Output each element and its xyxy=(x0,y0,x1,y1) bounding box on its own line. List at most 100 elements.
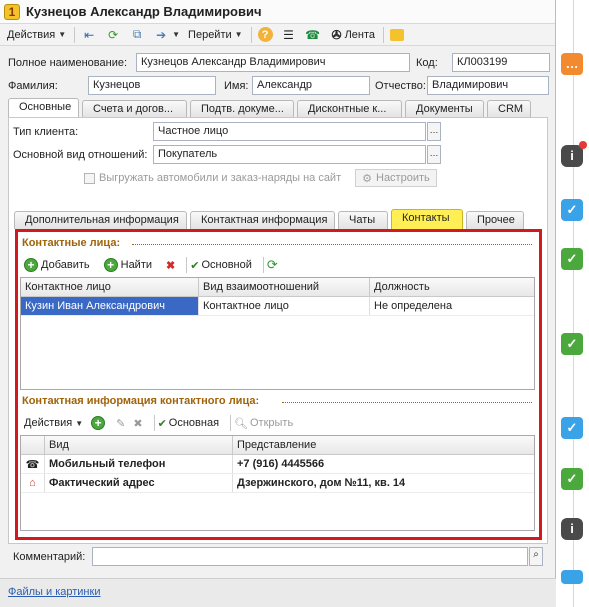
set-main-contact-label: Основной xyxy=(201,259,252,271)
code-field[interactable]: КЛ003199 xyxy=(452,53,550,72)
column-header[interactable]: Вид xyxy=(45,436,233,454)
files-and-pictures-link[interactable]: Файлы и картинки xyxy=(8,586,100,598)
toolbar-separator xyxy=(383,26,385,43)
tab-crm[interactable]: CRM xyxy=(487,100,531,118)
column-header[interactable]: Контактное лицо xyxy=(21,278,199,296)
task-check-icon[interactable]: ✓ xyxy=(561,199,583,221)
window-title: Кузнецов Александр Владимирович xyxy=(26,4,262,19)
tab-chats[interactable]: Чаты xyxy=(338,211,388,229)
find-contact-button[interactable]: + Найти xyxy=(103,258,152,272)
delete-contact-button[interactable]: ✖ xyxy=(166,259,175,272)
set-main-contact-button[interactable]: ✔ Основной xyxy=(190,259,252,272)
contacts-table: Контактное лицо Вид взаимоотношений Долж… xyxy=(20,277,535,390)
clipboard-check-icon[interactable]: ✓ xyxy=(561,248,583,270)
contact-info-group-line xyxy=(282,402,532,403)
list-icon: ☰ xyxy=(283,27,294,42)
client-type-select-button[interactable]: … xyxy=(427,122,441,141)
task-check-icon[interactable] xyxy=(561,570,583,584)
notes-button[interactable] xyxy=(387,26,407,44)
lastname-field[interactable]: Кузнецов xyxy=(88,76,216,95)
tab-discount-cards[interactable]: Дисконтные к... xyxy=(297,100,402,118)
table-row[interactable]: ☎ Мобильный телефон +7 (916) 4445566 xyxy=(21,455,534,474)
column-header[interactable]: Представление xyxy=(233,436,534,454)
contacts-toolbar: + Добавить + Найти ✖ ✔ Основной ⟳ xyxy=(24,257,286,273)
tab-confirming-docs[interactable]: Подтв. докуме... xyxy=(190,100,294,118)
delete-contact-info-button[interactable]: ✖ xyxy=(133,417,142,430)
refresh-icon: ⟳ xyxy=(108,27,119,42)
column-header[interactable]: Должность xyxy=(370,278,534,296)
configure-button[interactable]: ⚙ Настроить xyxy=(355,169,437,187)
chat-icon[interactable]: … xyxy=(561,53,583,75)
tab-contact-info[interactable]: Контактная информация xyxy=(190,211,335,229)
client-type-field[interactable]: Частное лицо xyxy=(153,122,426,141)
list-button[interactable]: ☰ xyxy=(278,26,300,44)
chevron-down-icon: ▼ xyxy=(75,418,84,428)
info-value-cell[interactable]: Дзержинского, дом №11, кв. 14 xyxy=(233,474,534,492)
enter-on-basis-button[interactable]: ➔ ▼ xyxy=(150,26,183,44)
side-timeline-line xyxy=(573,0,574,607)
comment-field[interactable] xyxy=(92,547,528,566)
save-close-button[interactable]: ⇤ xyxy=(78,26,100,44)
info-icon[interactable]: i xyxy=(561,518,583,540)
column-header[interactable]: Вид взаимоотношений xyxy=(199,278,370,296)
toolbar-separator xyxy=(74,26,76,43)
tab-documents[interactable]: Документы xyxy=(405,100,484,118)
feed-button[interactable]: ✇ Лента xyxy=(326,26,378,44)
pencil-icon: ✎ xyxy=(116,417,126,430)
sub-tabs: Дополнительная информация Контактная инф… xyxy=(14,209,527,229)
info-kind-cell[interactable]: Фактический адрес xyxy=(45,474,233,492)
lastname-label: Фамилия: xyxy=(8,79,58,92)
edit-contact-info-button[interactable]: ✎ xyxy=(116,417,125,430)
help-button[interactable]: ? xyxy=(255,26,276,44)
contact-info-actions-button[interactable]: Действия ▼ xyxy=(24,417,83,429)
gear-icon: ⚙ xyxy=(362,172,372,185)
table-row[interactable]: ⌂ Фактический адрес Дзержинского, дом №1… xyxy=(21,474,534,493)
check-main-icon: ✔ xyxy=(190,259,200,272)
info-value-cell[interactable]: +7 (916) 4445566 xyxy=(233,455,534,473)
toolbar: Действия ▼ ⇤ ⟳ ⧉ ➔ ▼ Перейти ▼ ? ☰ ☎ ✇ Л… xyxy=(0,24,555,46)
task-check-icon[interactable]: ✓ xyxy=(561,417,583,439)
chevron-down-icon: ▼ xyxy=(58,30,67,39)
delete-icon: ✖ xyxy=(133,417,143,430)
refresh-button[interactable]: ⟳ xyxy=(102,26,124,44)
tab-basic[interactable]: Основные xyxy=(8,98,79,118)
table-row[interactable]: Кузин Иван Александрович Контактное лицо… xyxy=(21,297,534,316)
comment-label: Комментарий: xyxy=(13,550,86,563)
tab-accounts[interactable]: Счета и догов... xyxy=(82,100,187,118)
upload-checkbox[interactable] xyxy=(84,172,95,184)
chevron-down-icon: ▼ xyxy=(234,30,243,39)
title-bar: 1 Кузнецов Александр Владимирович xyxy=(0,0,555,24)
relation-select-button[interactable]: … xyxy=(427,145,441,164)
info-kind-cell[interactable]: Мобильный телефон xyxy=(45,455,233,473)
toolbar-separator xyxy=(250,26,252,43)
contact-info-actions-label: Действия xyxy=(24,417,73,429)
plus-icon: + xyxy=(103,258,118,272)
tab-additional-info[interactable]: Дополнительная информация xyxy=(14,211,187,229)
copy-button[interactable]: ⧉ xyxy=(126,26,148,44)
full-name-field[interactable]: Кузнецов Александр Владимирович xyxy=(136,53,410,72)
feed-label: Лента xyxy=(344,28,376,41)
firstname-field[interactable]: Александр xyxy=(252,76,370,95)
actions-menu-button[interactable]: Действия ▼ xyxy=(4,26,69,44)
magnifier-icon: 🔍︎ xyxy=(234,417,248,430)
patronymic-field[interactable]: Владимирович xyxy=(427,76,549,95)
refresh-contacts-button[interactable]: ⟳ xyxy=(267,257,278,273)
search-icon[interactable]: ⌕ xyxy=(529,547,543,566)
relation-cell[interactable]: Контактное лицо xyxy=(199,297,370,315)
add-contact-button[interactable]: + Добавить xyxy=(24,258,90,272)
add-contact-info-button[interactable]: + xyxy=(91,416,108,430)
contact-name-cell[interactable]: Кузин Иван Александрович xyxy=(21,297,199,315)
phone-button[interactable]: ☎ xyxy=(302,26,324,44)
relation-field[interactable]: Покупатель xyxy=(153,145,426,164)
info-icon[interactable]: i xyxy=(561,145,583,167)
clipboard-check-icon[interactable]: ✓ xyxy=(561,468,583,490)
open-contact-info-button[interactable]: 🔍︎ Открыть xyxy=(234,417,293,430)
goto-menu-button[interactable]: Перейти ▼ xyxy=(185,26,246,44)
tab-contacts[interactable]: Контакты xyxy=(391,209,463,229)
set-main-info-button[interactable]: ✔ Основная xyxy=(158,417,219,430)
position-cell[interactable]: Не определена xyxy=(370,297,534,315)
phone-icon: ☎ xyxy=(305,27,321,42)
tab-other[interactable]: Прочее xyxy=(466,211,524,229)
toolbar-separator xyxy=(186,257,188,273)
clipboard-check-icon[interactable]: ✓ xyxy=(561,333,583,355)
